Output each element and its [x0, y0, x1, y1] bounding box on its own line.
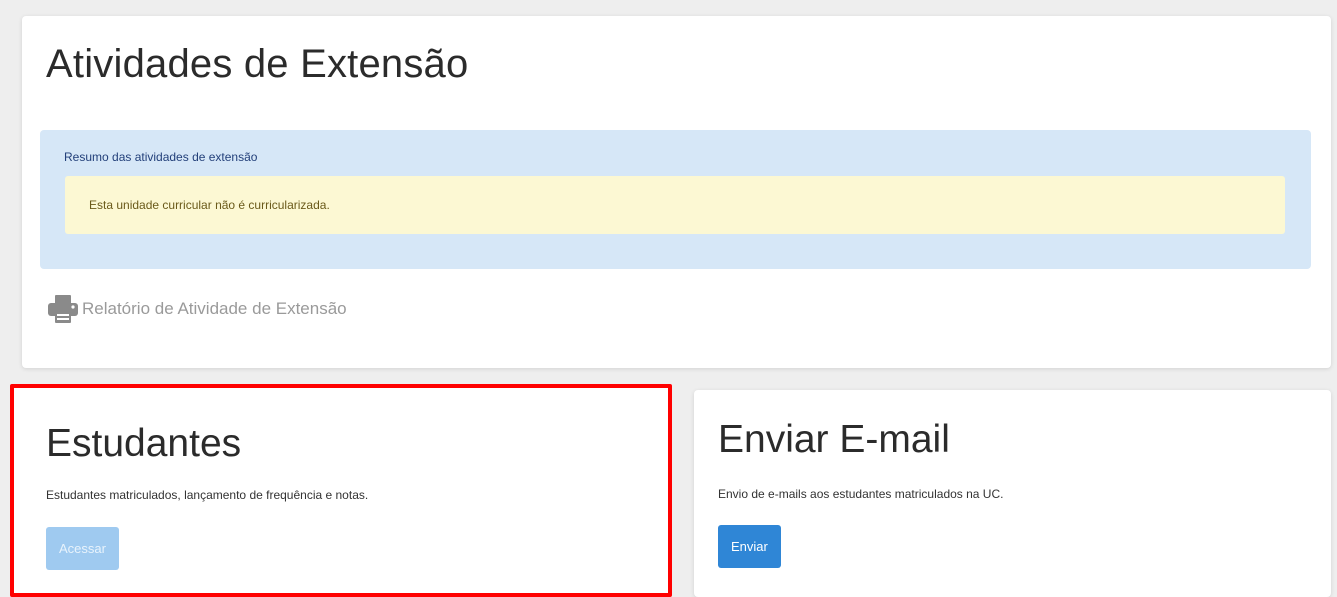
extension-activities-card: Atividades de Extensão Resumo das ativid…: [22, 16, 1331, 368]
not-curricularized-alert: Esta unidade curricular não é curricular…: [65, 176, 1285, 234]
extension-activities-title: Atividades de Extensão: [46, 42, 469, 86]
extension-report-link[interactable]: Relatório de Atividade de Extensão: [46, 292, 347, 326]
students-card-description: Estudantes matriculados, lançamento de f…: [46, 488, 369, 502]
send-email-card-description: Envio de e-mails aos estudantes matricul…: [718, 487, 1004, 501]
send-email-button[interactable]: Enviar: [718, 525, 781, 568]
access-students-button[interactable]: Acessar: [46, 527, 119, 570]
page: Atividades de Extensão Resumo das ativid…: [0, 0, 1337, 597]
printer-icon: [46, 292, 80, 326]
extension-summary-panel: Resumo das atividades de extensão Esta u…: [40, 130, 1311, 269]
extension-report-label: Relatório de Atividade de Extensão: [82, 299, 347, 318]
students-card-title: Estudantes: [46, 422, 242, 465]
send-email-card: Enviar E-mail Envio de e-mails aos estud…: [694, 390, 1331, 597]
extension-summary-title: Resumo das atividades de extensão: [64, 150, 258, 164]
send-email-card-title: Enviar E-mail: [718, 418, 950, 461]
not-curricularized-alert-text: Esta unidade curricular não é curricular…: [89, 198, 330, 212]
students-card: Estudantes Estudantes matriculados, lanç…: [10, 384, 672, 597]
